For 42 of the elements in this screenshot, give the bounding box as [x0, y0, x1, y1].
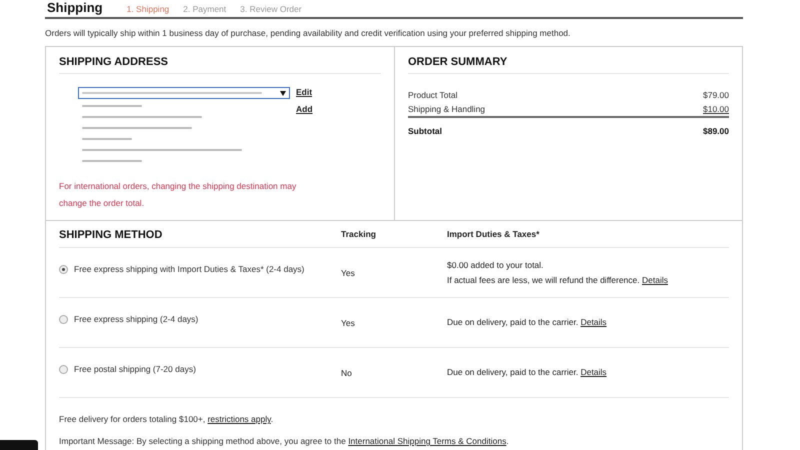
details-link[interactable]: Details	[580, 367, 607, 377]
summary-amount: $79.00	[703, 89, 729, 102]
details-link[interactable]: Details	[642, 274, 668, 284]
duties-text: $0.00 added to your total.	[447, 258, 544, 272]
checkout-step: 1. Shipping	[126, 4, 170, 14]
note-text: Important Message: By selecting a shipping method above, you agree to the International Shipping Terms & Conditions.	[59, 435, 510, 448]
details-link[interactable]: Details	[580, 317, 607, 327]
note-link[interactable]: International Shipping Terms & Conditions	[348, 436, 506, 446]
section-title: ORDER SUMMARY	[408, 56, 729, 74]
intro-text: Orders will typically ship within 1 business day of purchase, pending availability and credit verification using your preferred shipping method.	[45, 27, 572, 40]
page-title: Shipping	[47, 0, 103, 15]
option-label: Free express shipping with Import Duties & Taxes* (2-4 days)	[74, 264, 304, 274]
address-link[interactable]: Edit	[296, 87, 313, 97]
checkout-step: 2. Payment	[183, 4, 226, 14]
duties-text: Due on delivery, paid to the carrier. Details	[447, 316, 608, 329]
radio-button[interactable]	[59, 314, 68, 324]
checkout-step: 3. Review Order	[240, 4, 302, 14]
subtotal-label: Subtotal	[408, 125, 442, 138]
address-dropdown[interactable]	[78, 87, 290, 99]
note-link[interactable]: restrictions apply	[208, 414, 271, 424]
radio-button[interactable]	[59, 264, 68, 274]
duties-text: Due on delivery, paid to the carrier. Details	[447, 366, 608, 379]
tracking-value: No	[341, 368, 353, 378]
caret-icon	[280, 90, 286, 96]
tracking-value: Yes	[341, 318, 356, 328]
summary-label: Shipping & Handling	[408, 103, 486, 116]
dark-widget	[0, 440, 38, 450]
duties-text: If actual fees are less, we will refund the difference. Details	[447, 274, 669, 286]
subtotal-amount: $89.00	[703, 125, 729, 138]
column-header: Import Duties & Taxes*	[447, 229, 540, 241]
radio-button[interactable]	[59, 364, 68, 374]
notice-text: For international orders, changing the shipping destination may change the order total.	[59, 180, 298, 210]
note-text: Free delivery for orders totaling $100+, restrictions apply.	[59, 413, 274, 426]
option-label: Free postal shipping (7-20 days)	[74, 364, 196, 374]
address-link[interactable]: Add	[296, 104, 313, 114]
summary-label: Product Total	[408, 89, 458, 102]
tracking-value: Yes	[341, 268, 356, 278]
option-label: Free express shipping (2-4 days)	[74, 314, 198, 324]
column-header: Tracking	[341, 229, 377, 241]
section-title: SHIPPING ADDRESS	[59, 56, 381, 74]
summary-amount: $10.00	[703, 103, 729, 116]
section-title: SHIPPING METHOD	[59, 229, 164, 243]
